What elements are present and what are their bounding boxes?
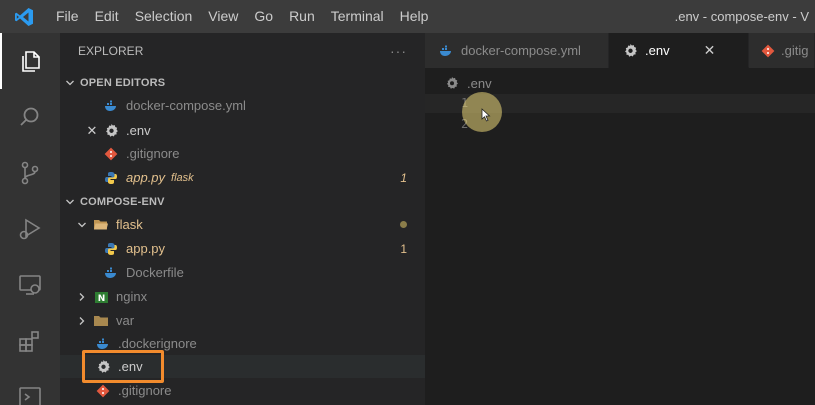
- tab-docker-compose[interactable]: docker-compose.yml: [425, 33, 609, 68]
- tree-item-label: nginx: [116, 289, 148, 304]
- problem-count-badge: 1: [400, 241, 407, 256]
- tree-item-var[interactable]: var: [60, 309, 425, 332]
- run-debug-icon[interactable]: [0, 201, 60, 257]
- menu-terminal[interactable]: Terminal: [323, 0, 392, 33]
- tab-label: docker-compose.yml: [461, 43, 581, 58]
- menu-file[interactable]: File: [48, 0, 87, 33]
- tree-item-label: flask: [116, 217, 143, 232]
- search-icon[interactable]: [0, 89, 60, 145]
- modified-dot: [400, 221, 407, 228]
- menu-go[interactable]: Go: [246, 0, 281, 33]
- open-editor-label: docker-compose.yml: [126, 98, 246, 113]
- menu-help[interactable]: Help: [392, 0, 437, 33]
- open-editors-section[interactable]: OPEN EDITORS: [60, 71, 425, 94]
- open-editor-item-gitignore[interactable]: .gitignore: [60, 142, 425, 165]
- menu-bar: File Edit Selection View Go Run Terminal…: [48, 0, 436, 33]
- more-actions-icon[interactable]: ···: [390, 43, 407, 59]
- open-editors-label: OPEN EDITORS: [80, 76, 166, 89]
- tree-item-app-py[interactable]: app.py 1: [60, 237, 425, 260]
- close-icon[interactable]: ✕: [704, 42, 716, 59]
- menu-run[interactable]: Run: [281, 0, 323, 33]
- tree-item-nginx[interactable]: N nginx: [60, 285, 425, 308]
- chevron-right-icon: [74, 289, 90, 305]
- gear-icon: [443, 75, 461, 91]
- problem-count-badge: 1: [400, 170, 407, 185]
- docker-icon: [102, 98, 120, 114]
- folder-icon: [92, 313, 110, 329]
- tree-item-label: .gitignore: [118, 383, 172, 398]
- breadcrumb-file: .env: [467, 75, 492, 91]
- tree-item-label: .dockerignore: [118, 336, 197, 351]
- explorer-icon[interactable]: [0, 33, 60, 89]
- python-icon: [102, 170, 120, 186]
- tree-item-label: app.py: [126, 241, 166, 256]
- menu-selection[interactable]: Selection: [127, 0, 201, 33]
- tab-env[interactable]: .env ✕: [609, 33, 749, 68]
- chevron-down-icon: [74, 217, 90, 233]
- window-title: .env - compose-env - V: [674, 9, 809, 24]
- open-editor-label: app.py: [126, 170, 166, 185]
- editor-tabs: docker-compose.yml .env ✕ .gitig: [425, 33, 815, 68]
- chevron-right-icon: [74, 313, 90, 329]
- chevron-down-icon: [62, 194, 78, 210]
- git-icon: [761, 43, 775, 59]
- open-editor-item-env[interactable]: ✕ .env: [60, 119, 425, 142]
- tree-item-flask[interactable]: flask: [60, 213, 425, 236]
- open-editor-item-docker-compose[interactable]: docker-compose.yml: [60, 94, 425, 117]
- explorer-title: EXPLORER: [78, 44, 144, 58]
- activity-bar: [0, 33, 60, 405]
- source-control-icon[interactable]: [0, 145, 60, 201]
- open-editor-label: .env: [126, 123, 151, 138]
- chevron-down-icon: [62, 75, 78, 91]
- title-bar: File Edit Selection View Go Run Terminal…: [0, 0, 815, 33]
- tab-label: .gitig: [781, 43, 809, 58]
- terminal-icon[interactable]: [0, 369, 60, 405]
- open-editor-label: .gitignore: [126, 146, 180, 161]
- tab-label: .env: [645, 42, 670, 58]
- editor-area: docker-compose.yml .env ✕ .gitig .env 1 …: [425, 33, 815, 405]
- gear-icon: [621, 42, 639, 58]
- docker-icon: [102, 265, 120, 281]
- extensions-icon[interactable]: [0, 313, 60, 369]
- gear-icon: [102, 123, 120, 139]
- mouse-pointer-icon: [481, 108, 491, 127]
- highlight-annotation: [82, 350, 164, 383]
- tab-gitignore[interactable]: .gitig: [749, 33, 815, 68]
- svg-text:N: N: [97, 294, 105, 304]
- menu-view[interactable]: View: [200, 0, 246, 33]
- tree-item-dockerfile[interactable]: Dockerfile: [60, 261, 425, 284]
- tree-item-label: var: [116, 313, 135, 328]
- tree-item-label: Dockerfile: [126, 265, 184, 280]
- git-icon: [94, 383, 112, 399]
- breadcrumb[interactable]: .env: [443, 73, 492, 93]
- git-icon: [102, 146, 120, 162]
- open-editor-folder-hint: flask: [171, 171, 194, 184]
- open-editor-item-app-py[interactable]: app.py flask 1: [60, 166, 425, 189]
- docker-icon: [437, 43, 455, 59]
- close-icon[interactable]: ✕: [84, 123, 100, 139]
- menu-edit[interactable]: Edit: [87, 0, 127, 33]
- folder-open-icon: [92, 217, 110, 233]
- remote-explorer-icon[interactable]: [0, 257, 60, 313]
- workspace-folder-section[interactable]: COMPOSE-ENV: [60, 190, 425, 213]
- nginx-folder-icon: N: [92, 289, 110, 305]
- explorer-header: EXPLORER ···: [60, 33, 425, 69]
- python-icon: [102, 241, 120, 257]
- workspace-folder-label: COMPOSE-ENV: [80, 195, 165, 208]
- vscode-logo-icon: [0, 0, 48, 33]
